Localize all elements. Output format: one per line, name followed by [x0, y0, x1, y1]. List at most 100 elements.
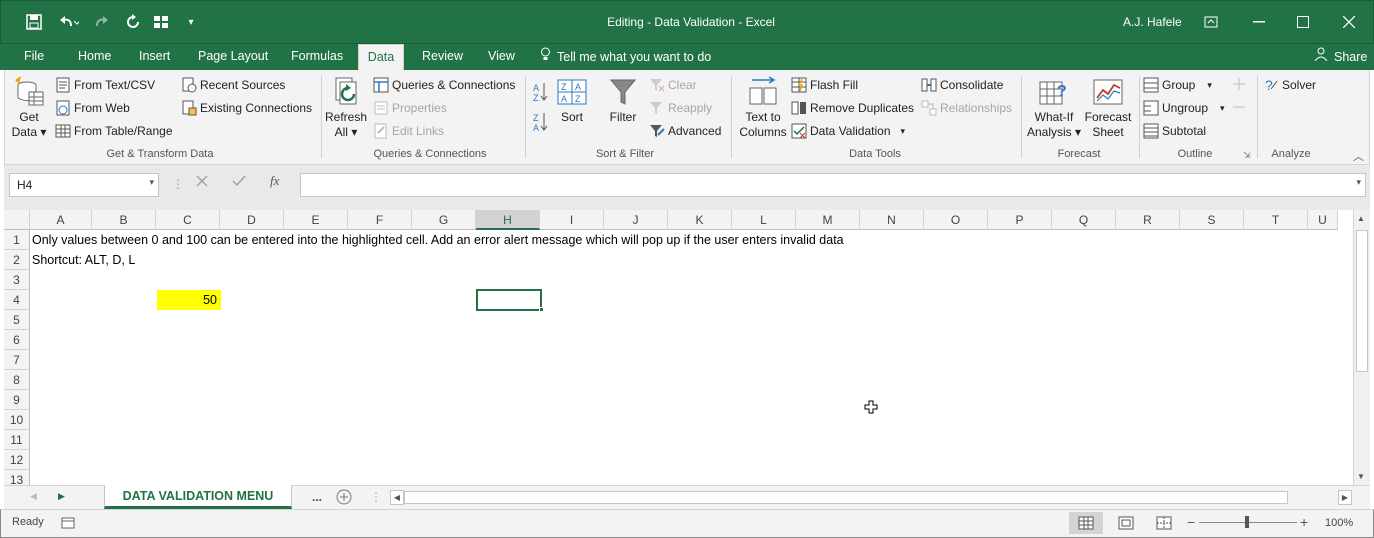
splitter-icon[interactable]: ⋮ — [370, 490, 382, 504]
recent-sources-button[interactable]: Recent Sources — [181, 75, 285, 95]
hide-detail-button[interactable] — [1231, 98, 1247, 118]
column-header-u[interactable]: U — [1308, 210, 1338, 230]
tab-review[interactable]: Review — [416, 44, 469, 70]
consolidate-button[interactable]: Consolidate — [921, 75, 1003, 95]
normal-view-button[interactable] — [1069, 512, 1103, 534]
show-detail-button[interactable] — [1231, 75, 1247, 95]
column-header-c[interactable]: C — [156, 210, 220, 230]
chevron-down-icon[interactable]: ▾ — [1220, 103, 1225, 114]
subtotal-button[interactable]: Subtotal — [1143, 121, 1206, 141]
row-header-13[interactable]: 13 — [4, 470, 30, 485]
prev-sheet-icon[interactable]: ◀ — [30, 491, 37, 502]
chevron-down-icon[interactable]: ▾ — [901, 126, 906, 137]
tab-insert[interactable]: Insert — [133, 44, 176, 70]
sort-button[interactable]: ZAAZ Sort — [555, 76, 589, 125]
row-header-12[interactable]: 12 — [4, 450, 30, 470]
from-text-csv-button[interactable]: From Text/CSV — [55, 75, 155, 95]
from-web-button[interactable]: From Web — [55, 98, 130, 118]
ungroup-button[interactable]: Ungroup ▾ — [1143, 98, 1225, 118]
column-header-p[interactable]: P — [988, 210, 1052, 230]
text-to-columns-button[interactable]: Text to Columns — [735, 76, 791, 140]
scroll-left-icon[interactable]: ◀ — [390, 490, 404, 505]
column-header-j[interactable]: J — [604, 210, 668, 230]
select-all-corner[interactable] — [4, 210, 30, 230]
row-header-3[interactable]: 3 — [4, 270, 30, 290]
worksheet-grid[interactable]: ABCDEFGHIJKLMNOPQRSTU 1 2 3 4 5 6 7 8 9 10 11 12 13 … — [4, 210, 1353, 485]
collapse-ribbon-icon[interactable]: ︿ — [1353, 148, 1364, 164]
form-icon[interactable] — [151, 11, 171, 33]
column-header-m[interactable]: M — [796, 210, 860, 230]
scroll-down-icon[interactable]: ▼ — [1357, 472, 1365, 481]
tab-page-layout[interactable]: Page Layout — [192, 44, 274, 70]
reapply-button[interactable]: Reapply — [649, 98, 712, 118]
macro-record-icon[interactable] — [61, 516, 75, 533]
column-header-t[interactable]: T — [1244, 210, 1308, 230]
cell-a2[interactable]: Shortcut: ALT, D, L — [32, 250, 135, 270]
zoom-in-icon[interactable]: + — [1300, 514, 1308, 530]
name-box[interactable]: H4 ▾ — [9, 173, 159, 197]
more-sheets-button[interactable]: ... — [312, 490, 322, 504]
chevron-down-icon[interactable]: ▾ — [149, 177, 154, 188]
next-sheet-icon[interactable]: ▶ — [58, 491, 65, 502]
solver-button[interactable]: ? Solver — [1263, 75, 1316, 95]
scroll-up-icon[interactable]: ▲ — [1357, 214, 1365, 223]
tab-view[interactable]: View — [482, 44, 521, 70]
ribbon-display-options-icon[interactable] — [1197, 9, 1225, 35]
fill-handle[interactable] — [539, 307, 544, 312]
row-header-11[interactable]: 11 — [4, 430, 30, 450]
formula-input[interactable]: ▾ — [300, 173, 1366, 197]
tab-file[interactable]: File — [18, 44, 50, 70]
data-validation-button[interactable]: Data Validation ▾ — [791, 121, 905, 141]
tell-me-box[interactable]: Tell me what you want to do — [534, 44, 717, 70]
redo-icon[interactable] — [89, 11, 119, 33]
column-header-e[interactable]: E — [284, 210, 348, 230]
column-header-l[interactable]: L — [732, 210, 796, 230]
sort-ascending-button[interactable]: AZ — [531, 82, 549, 104]
column-header-i[interactable]: I — [540, 210, 604, 230]
clear-filter-button[interactable]: Clear — [649, 75, 697, 95]
zoom-slider-thumb[interactable] — [1245, 516, 1249, 528]
cancel-icon[interactable] — [196, 175, 208, 190]
chevron-down-icon[interactable]: ▾ — [1207, 80, 1212, 91]
relationships-button[interactable]: Relationships — [921, 98, 1012, 118]
forecast-sheet-button[interactable]: Forecast Sheet — [1083, 76, 1133, 140]
refresh-all-button[interactable]: Refresh All ▾ — [323, 76, 369, 140]
tab-home[interactable]: Home — [72, 44, 117, 70]
column-header-h[interactable]: H — [476, 210, 540, 230]
row-header-4[interactable]: 4 — [4, 290, 30, 310]
column-header-n[interactable]: N — [860, 210, 924, 230]
expand-formula-bar-icon[interactable]: ▾ — [1356, 177, 1361, 188]
vertical-scroll-thumb[interactable] — [1356, 230, 1368, 372]
tab-data[interactable]: Data — [358, 44, 404, 70]
row-header-5[interactable]: 5 — [4, 310, 30, 330]
from-table-range-button[interactable]: From Table/Range — [55, 121, 173, 141]
sheet-tab-data-validation-menu[interactable]: DATA VALIDATION MENU — [104, 485, 292, 509]
get-data-button[interactable]: Get Data ▾ — [9, 76, 49, 140]
tab-formulas[interactable]: Formulas — [285, 44, 349, 70]
column-header-g[interactable]: G — [412, 210, 476, 230]
remove-duplicates-button[interactable]: Remove Duplicates — [791, 98, 914, 118]
group-button[interactable]: Group ▾ — [1143, 75, 1212, 95]
customize-qat-icon[interactable]: ▾ — [181, 11, 201, 33]
row-header-7[interactable]: 7 — [4, 350, 30, 370]
page-break-view-button[interactable] — [1149, 512, 1179, 534]
column-header-a[interactable]: A — [30, 210, 92, 230]
row-header-2[interactable]: 2 — [4, 250, 30, 270]
undo-icon[interactable] — [53, 11, 83, 33]
active-cell-selection[interactable] — [476, 289, 542, 311]
enter-icon[interactable] — [232, 175, 246, 190]
minimize-icon[interactable] — [1245, 9, 1273, 35]
advanced-filter-button[interactable]: Advanced — [649, 121, 721, 141]
row-header-6[interactable]: 6 — [4, 330, 30, 350]
sort-descending-button[interactable]: ZA — [531, 112, 549, 134]
horizontal-scroll-thumb[interactable] — [404, 491, 1288, 504]
scroll-right-icon[interactable]: ▶ — [1338, 490, 1352, 505]
cell-c4[interactable]: 50 — [157, 290, 221, 310]
user-name[interactable]: A.J. Hafele — [1123, 15, 1182, 29]
maximize-icon[interactable] — [1289, 9, 1317, 35]
column-header-o[interactable]: O — [924, 210, 988, 230]
page-layout-view-button[interactable] — [1111, 512, 1141, 534]
column-header-q[interactable]: Q — [1052, 210, 1116, 230]
flash-fill-button[interactable]: Flash Fill — [791, 75, 858, 95]
share-button[interactable]: Share — [1308, 44, 1373, 70]
